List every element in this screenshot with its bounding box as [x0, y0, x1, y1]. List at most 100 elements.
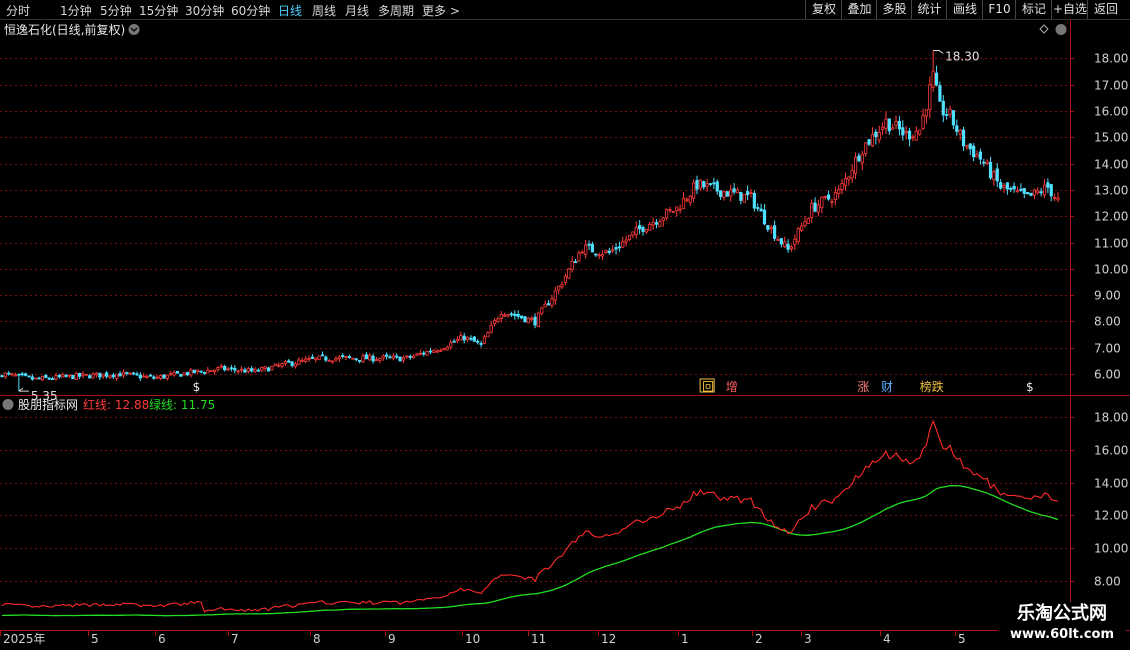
main-tick-label: 10.00 — [1094, 263, 1128, 277]
candle-body — [665, 209, 669, 219]
candle-body — [833, 192, 837, 200]
candle-body — [206, 369, 210, 374]
candle-body — [725, 191, 729, 197]
candle-body — [681, 197, 686, 210]
draw-button[interactable]: 画线 — [946, 0, 983, 19]
candle-body — [246, 368, 250, 372]
candle-body — [158, 375, 163, 379]
x-tick-label: 8 — [313, 632, 321, 646]
candle-body — [951, 110, 956, 126]
high-marker — [933, 50, 944, 54]
tab-30min[interactable]: 30分钟 — [185, 2, 224, 19]
candle-body — [135, 373, 139, 376]
overlay-button[interactable]: 叠加 — [841, 0, 877, 19]
candle-body — [722, 191, 726, 198]
candle-body — [978, 151, 983, 160]
indicator-tick-label: 8.00 — [1094, 575, 1121, 589]
candle-body — [280, 363, 284, 367]
main-tick-label: 15.00 — [1094, 131, 1128, 145]
tab-timeshare[interactable]: 分时 — [6, 2, 30, 19]
tab-weekly[interactable]: 周线 — [312, 2, 336, 19]
candle-body — [479, 343, 483, 345]
candle-body — [759, 208, 763, 212]
tab-60min[interactable]: 60分钟 — [231, 2, 270, 19]
candle-body — [378, 358, 382, 361]
x-tick-label: 2025年 — [3, 632, 46, 646]
candle-body — [648, 224, 652, 231]
candle-body — [992, 171, 996, 181]
candle-body — [374, 359, 379, 362]
candle-body — [577, 252, 581, 262]
candle-body — [189, 369, 193, 376]
candle-body — [867, 139, 871, 145]
red-line — [1, 419, 1059, 613]
candle-body — [499, 314, 503, 320]
candle-body — [560, 284, 564, 288]
candle-body — [415, 353, 419, 356]
candle-body — [492, 320, 497, 325]
tab-1min[interactable]: 1分钟 — [60, 2, 92, 19]
add-watchlist-button[interactable]: +自选 — [1051, 0, 1088, 19]
stats-button[interactable]: 统计 — [911, 0, 947, 19]
candle-body — [1026, 192, 1030, 195]
main-title: 恒逸石化(日线,前复权) — [4, 22, 125, 37]
candle-body — [594, 253, 598, 256]
main-tick-label: 14.00 — [1094, 158, 1128, 172]
candle-body — [266, 367, 271, 372]
candle-body — [425, 351, 429, 356]
candle-body — [891, 127, 895, 130]
candle-body — [287, 360, 291, 363]
signal-marker: 财 — [881, 380, 893, 394]
candle-body — [1039, 191, 1043, 194]
tab-5min[interactable]: 5分钟 — [100, 2, 132, 19]
watermark: 乐淘公式网 www.60lt.com — [998, 602, 1126, 648]
f10-button[interactable]: F10 — [982, 0, 1016, 19]
candle-body — [695, 179, 699, 190]
toolbar: 分时 1分钟 5分钟 15分钟 30分钟 60分钟 日线 周线 月线 多周期 更… — [0, 0, 1130, 20]
tab-multi-period[interactable]: 多周期 — [378, 2, 414, 19]
candle-body — [779, 238, 783, 245]
candle-body — [911, 136, 915, 139]
candle-body — [422, 352, 426, 355]
candle-body — [570, 261, 574, 270]
candle-body — [304, 358, 308, 362]
candle-body — [472, 336, 476, 342]
candle-body — [945, 114, 949, 117]
indicator-tick-label: 18.00 — [1094, 411, 1128, 425]
candle-body — [1009, 188, 1013, 190]
candle-body — [226, 368, 230, 371]
tab-15min[interactable]: 15分钟 — [139, 2, 178, 19]
candle-body — [830, 200, 834, 203]
candle-body — [445, 346, 449, 351]
candle-body — [982, 161, 986, 164]
candle-body — [229, 367, 234, 370]
kline-chart[interactable]: 6.00 7.00 8.00 9.00 10.00 11.00 12.00 13.00 14.0… — [0, 0, 1130, 650]
multi-stock-button[interactable]: 多股 — [876, 0, 912, 19]
candle-body — [702, 181, 706, 188]
main-tick-label: 12.00 — [1094, 210, 1128, 224]
candle-body — [209, 370, 213, 372]
main-tick-label: 16.00 — [1094, 105, 1128, 119]
candle-body — [452, 340, 456, 343]
candle-body — [216, 367, 220, 370]
candle-body — [786, 243, 790, 250]
tab-daily[interactable]: 日线 — [278, 2, 302, 19]
indicator-tick-label: 14.00 — [1094, 477, 1128, 491]
indicator-green-value: 绿线: 11.75 — [149, 397, 215, 412]
candle-body — [506, 313, 510, 317]
diamond-icon — [1039, 24, 1049, 34]
back-button[interactable]: 返回 — [1087, 0, 1124, 19]
candle-body — [968, 143, 972, 150]
candle-body — [408, 355, 412, 358]
candle-body — [631, 231, 635, 236]
candle-body — [7, 372, 11, 375]
candle-body — [27, 375, 31, 378]
candle-body — [388, 356, 392, 359]
mark-button[interactable]: 标记 — [1015, 0, 1052, 19]
candle-body — [368, 354, 372, 361]
tab-monthly[interactable]: 月线 — [345, 2, 369, 19]
candle-body — [88, 375, 92, 379]
tab-more[interactable]: 更多 > — [422, 2, 460, 19]
candle-body — [317, 355, 321, 360]
fuquan-button[interactable]: 复权 — [805, 0, 842, 19]
